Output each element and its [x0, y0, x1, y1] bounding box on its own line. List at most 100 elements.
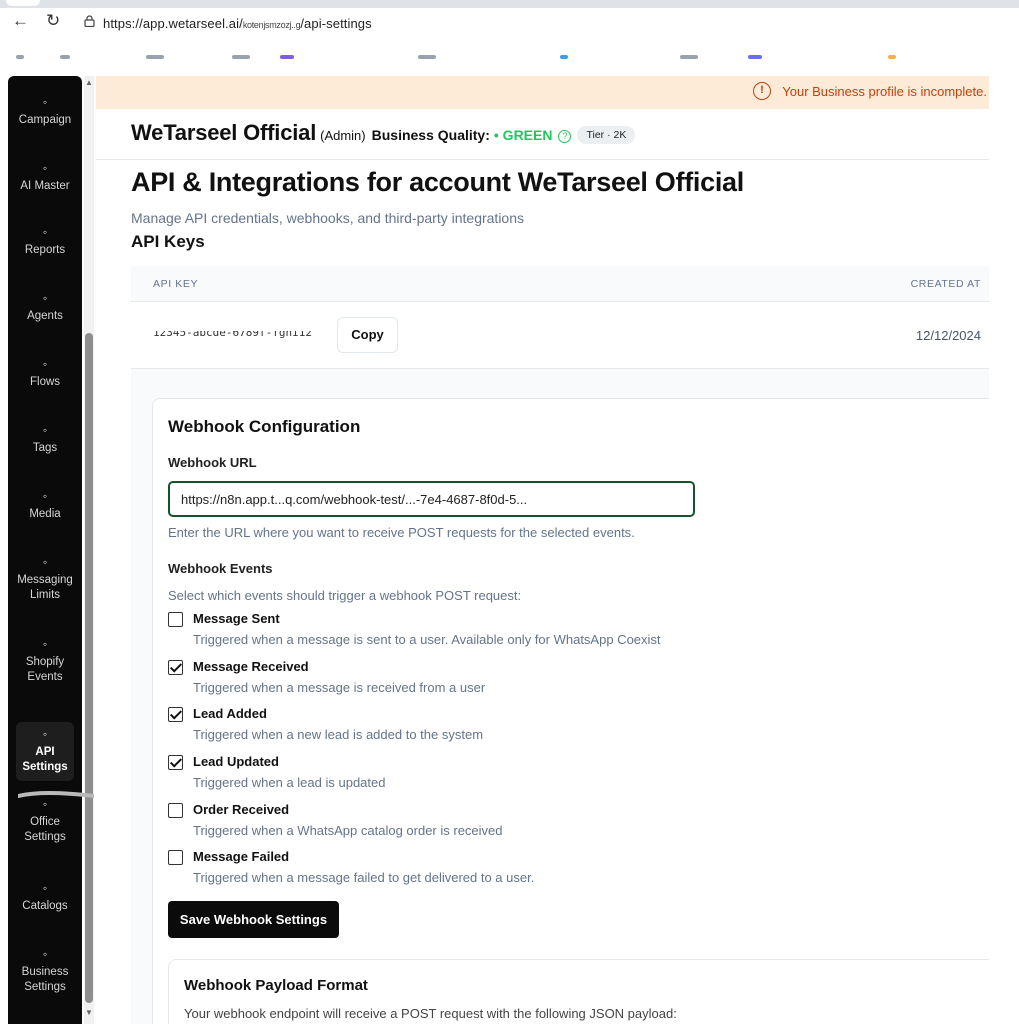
agent-icon: ◦ [42, 291, 48, 305]
bookmark-item[interactable] [232, 55, 250, 59]
sidebar-item-ai-master[interactable]: ◦ AI Master [8, 162, 82, 194]
sidebar-item-office-settings[interactable]: ◦ Office Settings [8, 798, 82, 845]
url-text[interactable]: https://app.wetarseel.ai/kotenjsmzozj..g… [103, 16, 372, 31]
event-checkbox[interactable] [168, 707, 183, 722]
webhook-url-input[interactable]: https://n8n.app.t...q.com/webhook-test/.… [168, 481, 695, 517]
warning-icon: ! [753, 82, 771, 100]
store-icon: ◦ [42, 881, 48, 895]
sidebar-item-label: Catalogs [22, 900, 68, 912]
scrollbar-thumb[interactable] [85, 333, 93, 1003]
bookmark-item[interactable] [888, 55, 896, 59]
help-icon[interactable]: ? [558, 130, 572, 143]
url-path: /api-settings [300, 16, 372, 31]
lock-icon [84, 15, 95, 27]
copy-button[interactable]: Copy [337, 317, 398, 353]
browser-tab-strip [0, 0, 1019, 8]
webhook-url-label: Webhook URL [168, 455, 257, 470]
scroll-up-icon[interactable]: ▲ [85, 78, 93, 87]
table-row: 12345-abcde-6789f-fghi12 Copy 12/12/2024 [131, 302, 989, 369]
bookmark-item[interactable] [16, 55, 24, 59]
sidebar-item-label: Campaign [18, 114, 72, 126]
sidebar-item-media[interactable]: ◦ Media [8, 490, 82, 522]
sidebar: ◦ Campaign ◦ AI Master ◦ Reports ◦ Agents ◦ Flows… [8, 76, 82, 1024]
sidebar-item-campaign[interactable]: ◦ Campaign [8, 96, 82, 128]
webhook-config-title: Webhook Configuration [168, 417, 361, 436]
event-name[interactable]: Message Failed [193, 849, 289, 864]
image-icon: ◦ [42, 489, 48, 503]
webhook-events-label: Webhook Events [168, 561, 273, 576]
sidebar-item-catalogs[interactable]: ◦ Catalogs [8, 882, 82, 914]
sidebar-item-label: Agents [27, 310, 63, 322]
api-table-header: API KEY CREATED AT [131, 266, 989, 302]
bookmark-item[interactable] [560, 55, 568, 59]
webhook-event-order-received: Order Received Triggered when a WhatsApp … [168, 800, 768, 844]
event-checkbox[interactable] [168, 612, 183, 627]
sidebar-item-label: Flows [29, 376, 61, 388]
save-webhook-button[interactable]: Save Webhook Settings [168, 901, 339, 938]
event-name[interactable]: Order Received [193, 802, 289, 817]
event-description: Triggered when a WhatsApp catalog order … [193, 823, 503, 838]
bag-icon: ◦ [42, 637, 48, 651]
report-icon: ◦ [42, 225, 48, 239]
browser-tab[interactable] [6, 0, 40, 6]
gear-icon: ◦ [42, 947, 48, 961]
url-host: https://app.wetarseel.ai/ [103, 16, 243, 31]
sidebar-item-label: Business Settings [21, 966, 69, 993]
webhook-event-lead-added: Lead Added Triggered when a new lead is a… [168, 704, 768, 748]
webhook-url-hint: Enter the URL where you want to receive … [168, 525, 635, 540]
sidebar-item-business-settings[interactable]: ◦ Business Settings [8, 948, 82, 995]
plug-icon: ◦ [42, 727, 48, 741]
sidebar-item-agents[interactable]: ◦ Agents [8, 292, 82, 324]
bookmark-item[interactable] [280, 55, 294, 59]
banner-text[interactable]: Your Business profile is incomplete. [782, 84, 987, 99]
incomplete-profile-banner: ! Your Business profile is incomplete. [96, 76, 989, 109]
account-header: WeTarseel Official (Admin) Business Qualit… [131, 120, 636, 150]
bookmark-item[interactable] [418, 55, 436, 59]
bookmark-item[interactable] [748, 55, 762, 59]
role-label: (Admin) [320, 128, 366, 143]
bookmark-item[interactable] [146, 55, 164, 59]
event-description: Triggered when a lead is updated [193, 775, 386, 790]
tag-icon: ◦ [42, 423, 48, 437]
scroll-down-icon[interactable]: ▼ [85, 1008, 93, 1017]
back-icon[interactable]: ← [12, 12, 29, 29]
webhook-url-value: https://n8n.app.t...q.com/webhook-test/.… [181, 492, 528, 507]
event-name[interactable]: Message Received [193, 659, 309, 674]
quality-label: Business Quality: [371, 127, 490, 143]
sidebar-item-flows[interactable]: ◦ Flows [8, 358, 82, 390]
event-name[interactable]: Lead Added [193, 706, 267, 721]
api-keys-heading: API Keys [131, 232, 205, 251]
reload-icon[interactable]: ↻ [46, 12, 60, 29]
sidebar-item-messaging-limits[interactable]: ◦ Messaging Limits [8, 556, 82, 603]
sidebar-item-api-settings[interactable]: ◦ API Settings [16, 722, 74, 781]
sidebar-item-reports[interactable]: ◦ Reports [8, 226, 82, 258]
created-at-value: 12/12/2024 [915, 328, 981, 343]
flow-icon: ◦ [42, 357, 48, 371]
annotation-scribble [18, 791, 94, 798]
sidebar-item-label: Messaging Limits [17, 574, 73, 601]
webhook-event-lead-updated: Lead Updated Triggered when a lead is upd… [168, 752, 768, 796]
sidebar-item-label: API Settings [22, 746, 68, 773]
event-checkbox[interactable] [168, 660, 183, 675]
page-title: API & Integrations for account WeTarseel… [131, 167, 744, 197]
webhook-event-message-received: Message Received Triggered when a message… [168, 657, 768, 701]
url-middle: kotenjsmzozj..g [242, 20, 301, 30]
event-name[interactable]: Lead Updated [193, 754, 279, 769]
payload-format-desc: Your webhook endpoint will receive a POS… [184, 1006, 677, 1021]
bookmark-item[interactable] [60, 55, 70, 59]
event-description: Triggered when a new lead is added to th… [193, 727, 484, 742]
sidebar-item-tags[interactable]: ◦ Tags [8, 424, 82, 456]
event-description: Triggered when a message failed to get d… [193, 870, 535, 885]
sidebar-item-label: Media [29, 508, 61, 520]
sidebar-item-label: Tags [32, 442, 58, 454]
api-key-value: 12345-abcde-6789f-fghi12 [153, 331, 312, 339]
bookmark-item[interactable] [680, 55, 698, 59]
webhook-event-message-sent: Message Sent Triggered when a message is … [168, 609, 768, 653]
event-name[interactable]: Message Sent [193, 611, 280, 626]
event-checkbox[interactable] [168, 803, 183, 818]
sidebar-item-label: Office Settings [24, 816, 66, 843]
sidebar-item-shopify-events[interactable]: ◦ Shopify Events [8, 638, 82, 685]
event-checkbox[interactable] [168, 755, 183, 770]
event-checkbox[interactable] [168, 850, 183, 865]
webhook-events-hint: Select which events should trigger a web… [168, 588, 522, 603]
